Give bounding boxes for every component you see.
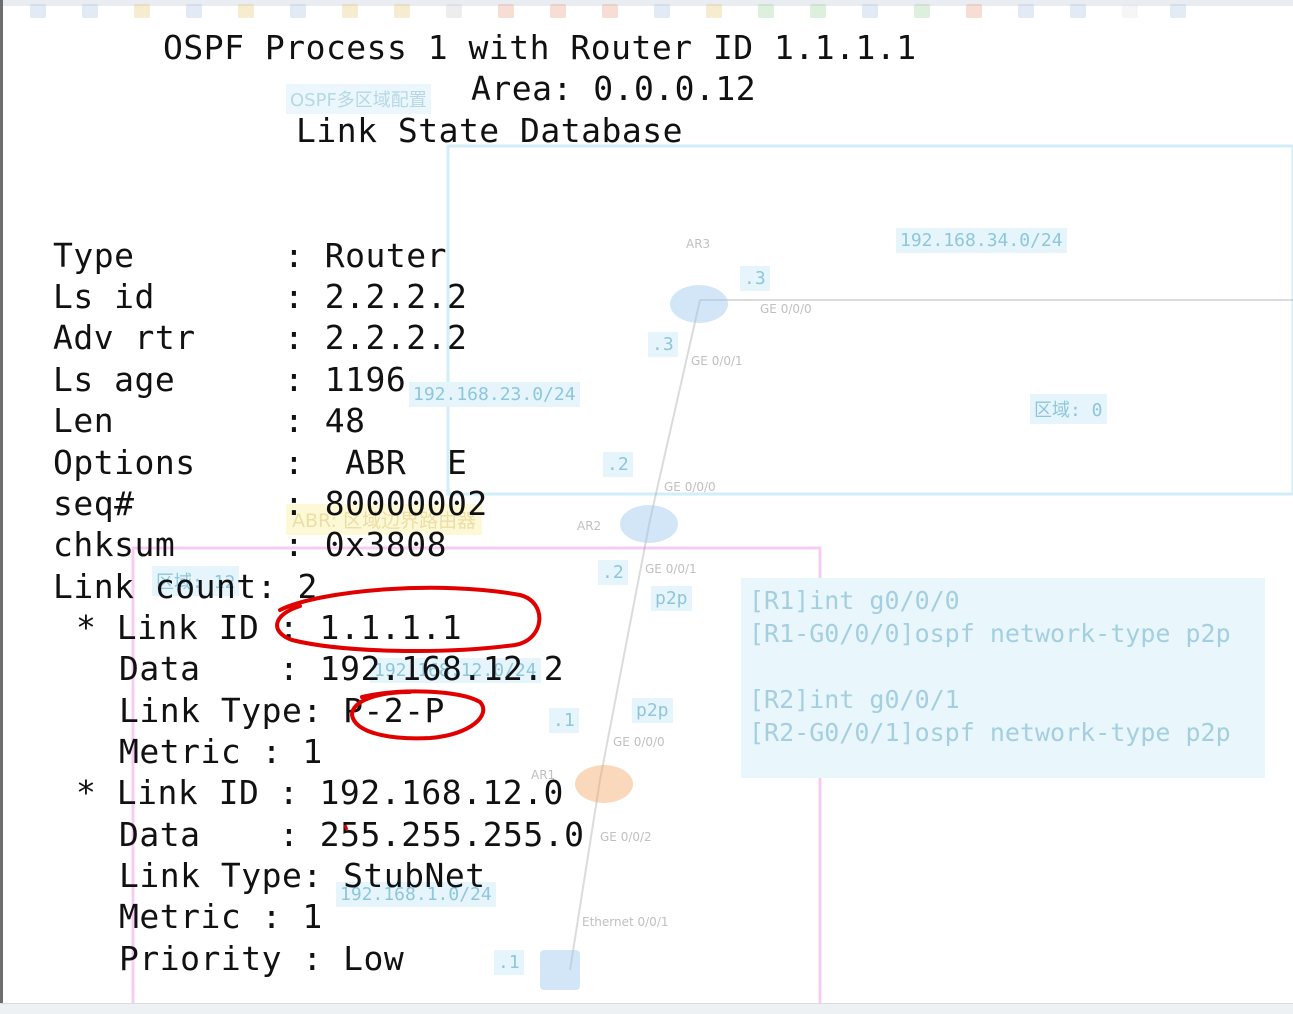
link2-data-row: Data: 255.255.255.0 — [119, 815, 585, 854]
field-sep: : — [284, 360, 305, 399]
link-marker: * — [76, 773, 97, 812]
link1-metric-row: Metric : 1 — [119, 732, 323, 771]
field-sep: : — [284, 277, 305, 316]
field-sep: : — [284, 484, 305, 523]
field-value: StubNet — [343, 856, 486, 895]
field-value: Low — [343, 939, 405, 978]
lsa-row-adv-rtr: Adv rtr: 2.2.2.2 — [53, 317, 467, 358]
field-label: Priority — [119, 939, 282, 978]
lsa-row-options: Options: ABR E — [53, 442, 467, 483]
field-value: ABR E — [324, 443, 468, 482]
field-value: 2.2.2.2 — [324, 277, 468, 316]
field-value: 1.1.1.1 — [319, 608, 463, 647]
link2-metric-row: Metric : 1 — [119, 897, 323, 936]
lsa-row-ls-id: Ls id: 2.2.2.2 — [53, 276, 467, 317]
lsa-row-chksum: chksum: 0x3808 — [53, 524, 447, 565]
link2-type-row: Link Type: StubNet — [119, 856, 486, 895]
field-value: 1196 — [324, 360, 407, 399]
field-sep: : — [284, 236, 305, 275]
field-label: Link ID — [116, 608, 260, 647]
field-sep: : — [284, 525, 305, 564]
lsa-row-ls-age: Ls age: 1196 — [53, 359, 406, 400]
link1-id-row: * Link ID: 1.1.1.1 — [76, 608, 463, 647]
field-label: Adv rtr — [53, 318, 196, 357]
lsa-row-len: Len: 48 — [53, 400, 366, 441]
field-label: Link ID — [116, 773, 260, 812]
field-value: 1 — [302, 897, 323, 936]
field-label: Data — [119, 815, 201, 854]
field-label: Metric — [119, 732, 242, 771]
field-sep: : — [284, 401, 305, 440]
field-label: Type — [53, 236, 135, 275]
link2-id-row: * Link ID: 192.168.12.0 — [76, 773, 564, 812]
field-label: Metric — [119, 897, 242, 936]
field-value: 255.255.255.0 — [319, 815, 585, 854]
link1-type-row: Link Type: P-2-P — [119, 691, 445, 730]
link1-data-row: Data: 192.168.12.2 — [119, 649, 565, 688]
lsa-block: Type: Router Ls id: 2.2.2.2 Adv rtr: 2.2… — [0, 0, 1293, 1014]
lsa-row-link-count: Link count: 2 — [53, 566, 318, 607]
field-sep: : — [284, 318, 305, 357]
field-value: Router — [324, 236, 447, 275]
lsa-row-seq: seq#: 80000002 — [53, 483, 488, 524]
field-label: Data — [119, 649, 201, 688]
window-bottom-bar — [0, 1003, 1293, 1014]
field-label: chksum — [53, 525, 176, 564]
lsa-row-type: Type: Router — [53, 235, 447, 276]
field-value: P-2-P — [343, 691, 445, 730]
field-value: 1 — [302, 732, 323, 771]
link-marker: * — [76, 608, 97, 647]
field-value: 192.168.12.0 — [319, 773, 564, 812]
field-value: 2.2.2.2 — [324, 318, 468, 357]
link2-priority-row: Priority : Low — [119, 939, 405, 978]
field-value: 192.168.12.2 — [319, 649, 565, 688]
field-label: Len — [53, 401, 115, 440]
field-value: 2 — [297, 567, 318, 606]
field-label: Link Type — [119, 691, 303, 730]
field-label: Ls id — [53, 277, 155, 316]
field-value: 0x3808 — [324, 525, 447, 564]
field-value: 48 — [324, 401, 366, 440]
field-label: Options — [53, 443, 196, 482]
field-label: Ls age — [53, 360, 176, 399]
field-label: Link count — [53, 567, 257, 606]
field-label: seq# — [53, 484, 135, 523]
field-sep: : — [256, 567, 278, 606]
field-label: Link Type — [119, 856, 303, 895]
field-value: 80000002 — [324, 484, 488, 523]
field-sep: : — [284, 443, 305, 482]
